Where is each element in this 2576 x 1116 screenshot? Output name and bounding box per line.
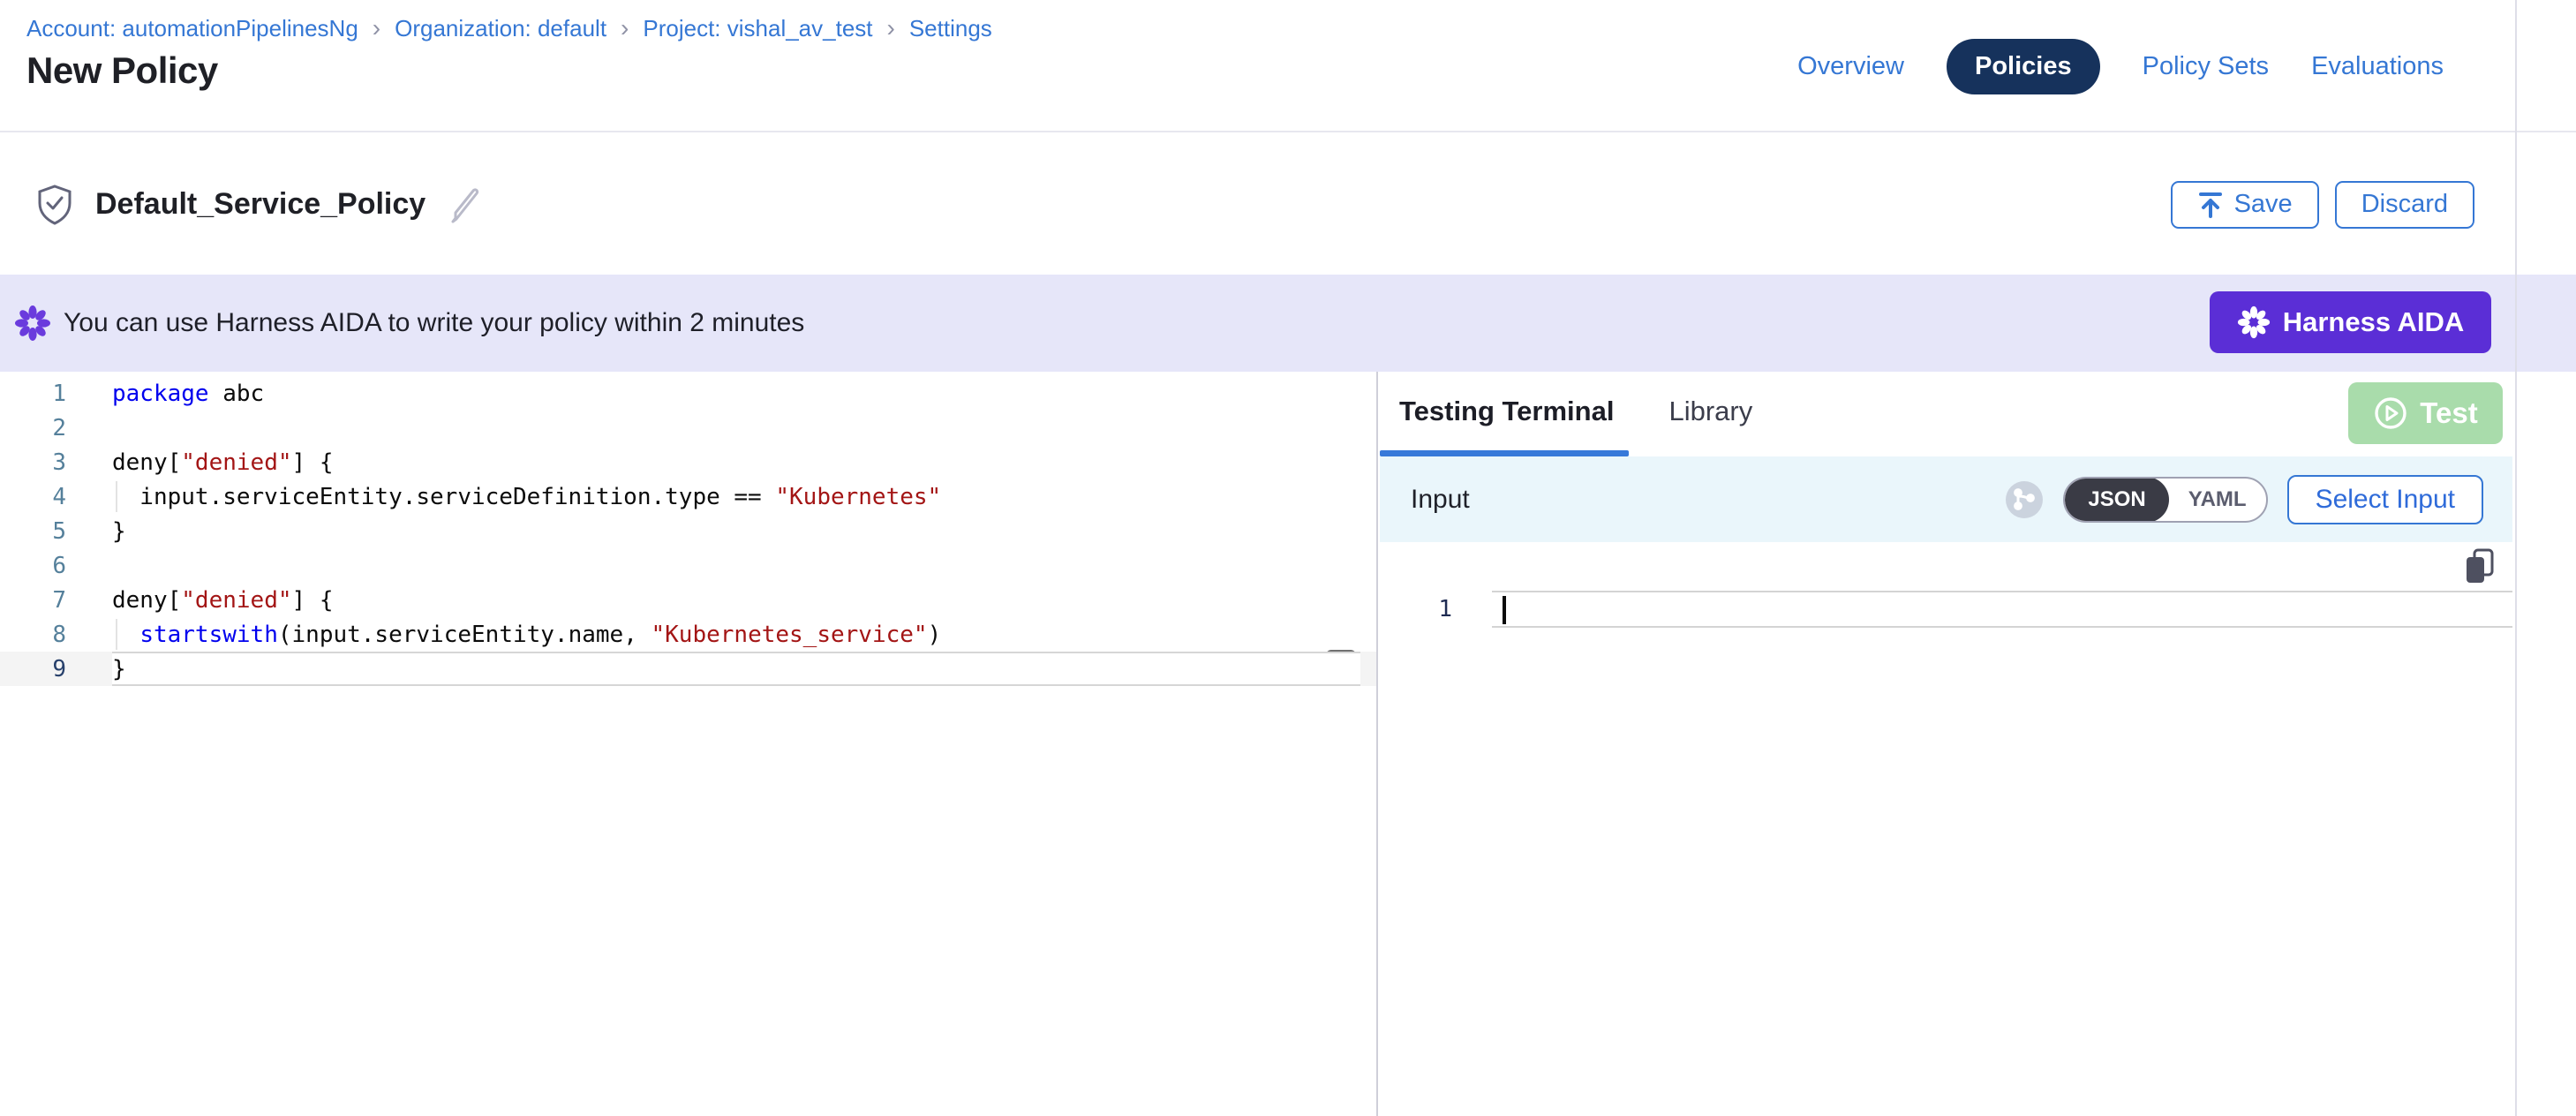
code-content (112, 411, 1360, 445)
input-editor[interactable]: 1 (1380, 542, 2512, 1116)
breadcrumb-separator: › (885, 14, 897, 42)
save-button-label: Save (2234, 190, 2293, 219)
line-number: 6 (0, 553, 66, 579)
terminal-tabbar: Testing Terminal Library Test (1380, 372, 2576, 456)
line-number: 2 (0, 415, 66, 441)
code-line[interactable]: 7 deny["denied"] { (0, 583, 1376, 617)
indent-guide (116, 619, 117, 650)
code-content: package abc (112, 376, 1360, 411)
active-tab-underline (1380, 450, 1629, 456)
input-controls: JSONYAML Select Input (2005, 475, 2483, 524)
test-button[interactable]: Test (2348, 382, 2503, 444)
nav-tab-overview[interactable]: Overview (1797, 52, 1904, 81)
aida-flower-icon (14, 305, 51, 342)
discard-button-label: Discard (2361, 190, 2448, 219)
terminal-tab-library[interactable]: Library (1668, 396, 1752, 427)
toolbar-actions: Save Discard (2171, 134, 2474, 275)
harness-aida-button-label: Harness AIDA (2283, 306, 2465, 338)
code-line[interactable]: 1 package abc (0, 376, 1376, 411)
breadcrumb-link[interactable]: Account: automationPipelinesNg (26, 15, 358, 42)
code-line[interactable]: 9} (0, 652, 1376, 686)
format-toggle[interactable]: JSONYAML (2063, 477, 2267, 523)
select-input-button[interactable]: Select Input (2287, 475, 2483, 524)
policy-identity: Default_Service_Policy (35, 134, 484, 275)
line-number: 7 (0, 587, 66, 614)
line-number: 4 (0, 484, 66, 510)
input-section-header: Input JSONYAML (1380, 456, 2512, 542)
breadcrumb-separator: › (371, 14, 382, 42)
input-label: Input (1411, 485, 1470, 515)
discard-button[interactable]: Discard (2335, 181, 2474, 229)
terminal-tabs: Testing Terminal Library (1399, 372, 1752, 450)
nav-tab-evaluations[interactable]: Evaluations (2311, 52, 2444, 81)
line-number: 5 (0, 518, 66, 545)
code-line[interactable]: 8 startswith(input.serviceEntity.name, "… (0, 617, 1376, 652)
code-content (112, 548, 1360, 583)
input-line-number: 1 (1431, 591, 1452, 628)
aida-banner-message: You can use Harness AIDA to write your p… (14, 275, 804, 372)
copy-icon[interactable] (2464, 548, 2496, 585)
code-content: } (112, 652, 1360, 686)
policy-code-editor[interactable]: 1package abc23deny["denied"] {4 input.se… (0, 372, 1378, 1116)
policy-toolbar: Default_Service_Policy Save Discard (0, 134, 2576, 275)
breadcrumb-separator: › (619, 14, 630, 42)
test-button-label: Test (2420, 396, 2477, 430)
code-content: startswith(input.serviceEntity.name, "Ku… (112, 617, 1360, 652)
policy-shield-icon (35, 184, 74, 226)
breadcrumb: Account: automationPipelinesNg › Organizat… (26, 14, 992, 42)
line-number: 8 (0, 622, 66, 648)
text-cursor (1503, 596, 1506, 624)
code-line[interactable]: 5} (0, 514, 1376, 548)
policy-editor-page: Account: automationPipelinesNg › Organizat… (0, 0, 2576, 1116)
edit-pencil-icon[interactable] (447, 186, 484, 223)
nav-tab-policy-sets[interactable]: Policy Sets (2143, 52, 2269, 81)
code-line[interactable]: 3 deny["denied"] { (0, 445, 1376, 479)
code-line[interactable]: 4 input.serviceEntity.serviceDefinition.… (0, 479, 1376, 514)
main-area: 1package abc23deny["denied"] {4 input.se… (0, 372, 2576, 1116)
code-line[interactable]: 6 (0, 548, 1376, 583)
line-number: 1 (0, 381, 66, 407)
nav-tab-policies[interactable]: Policies (1947, 39, 2100, 94)
play-icon (2373, 396, 2408, 431)
aida-banner: You can use Harness AIDA to write your p… (0, 275, 2576, 372)
code-line[interactable]: 2 (0, 411, 1376, 445)
input-current-line[interactable] (1492, 591, 2512, 628)
page-edge-divider (2515, 0, 2517, 1116)
aida-button-flower-icon (2237, 305, 2271, 339)
git-source-icon[interactable] (2005, 480, 2044, 519)
code-content: } (112, 514, 1360, 548)
policy-name: Default_Service_Policy (95, 187, 426, 222)
harness-aida-button[interactable]: Harness AIDA (2210, 291, 2491, 353)
format-option-yaml[interactable]: YAML (2169, 477, 2266, 523)
code-content: deny["denied"] { (112, 445, 1360, 479)
input-editor-line[interactable]: 1 (1380, 591, 2512, 628)
format-option-json[interactable]: JSON (2065, 477, 2168, 523)
line-number: 9 (0, 656, 66, 682)
breadcrumb-link[interactable]: Organization: default (395, 15, 606, 42)
page-header: Account: automationPipelinesNg › Organizat… (0, 0, 2576, 132)
breadcrumb-link[interactable]: Project: vishal_av_test (643, 15, 872, 42)
terminal-tab-testing-terminal[interactable]: Testing Terminal (1399, 396, 1614, 427)
line-number: 3 (0, 449, 66, 476)
testing-terminal-pane: Testing Terminal Library Test Input (1380, 372, 2576, 1116)
nav-tabs: Overview Policies Policy Sets Evaluations (1797, 0, 2444, 132)
page-title: New Policy (26, 49, 218, 92)
code-content: input.serviceEntity.serviceDefinition.ty… (112, 479, 1360, 514)
upload-icon (2197, 191, 2224, 219)
breadcrumb-link[interactable]: Settings (909, 15, 992, 42)
aida-banner-text: You can use Harness AIDA to write your p… (64, 308, 804, 338)
save-button[interactable]: Save (2171, 181, 2319, 229)
code-content: deny["denied"] { (112, 583, 1360, 617)
indent-guide (116, 481, 117, 512)
